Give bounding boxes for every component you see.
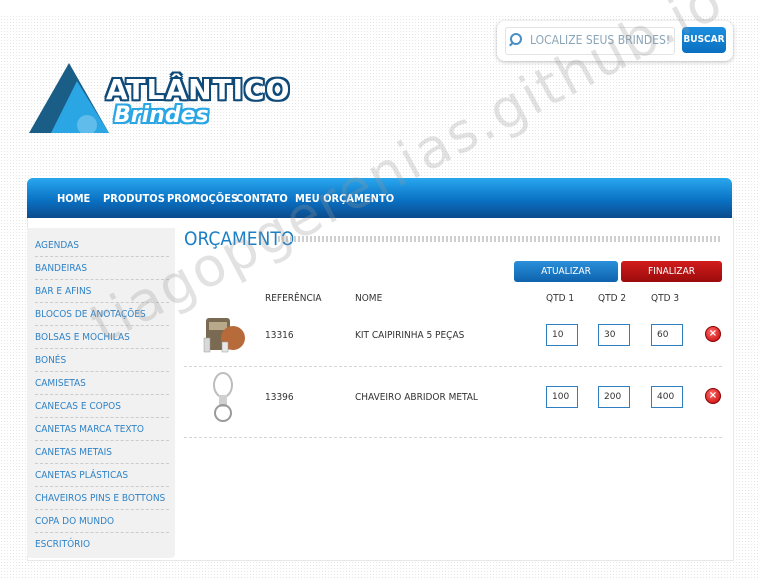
col-header-name: NOME — [355, 293, 383, 304]
row-divider — [184, 437, 722, 439]
remove-item-icon[interactable]: × — [705, 326, 721, 342]
qty1-input[interactable]: 100 — [546, 386, 578, 408]
col-header-qtd1: QTD 1 — [546, 293, 575, 304]
row-divider — [184, 366, 722, 368]
bottle-opener-keychain-icon — [213, 372, 233, 422]
nav-produtos[interactable]: PRODUTOS — [103, 192, 165, 205]
logo[interactable]: ATLÂNTICO Brindes — [29, 63, 289, 135]
finish-quote-button[interactable]: FINALIZAR ORÇAMENTO — [621, 261, 722, 298]
nav-promocoes[interactable]: PROMOÇÕES — [167, 192, 238, 205]
col-header-qtd3: QTD 3 — [651, 293, 680, 304]
search-icon — [510, 33, 522, 45]
sidebar-item-bones[interactable]: BONÉS — [35, 349, 169, 372]
qty3-input[interactable]: 400 — [651, 386, 683, 408]
row-ref: 13316 — [265, 330, 294, 341]
sidebar-item-canecas[interactable]: CANECAS E COPOS — [35, 395, 169, 418]
caipirinha-kit-icon — [203, 318, 245, 353]
qty2-input[interactable]: 30 — [598, 324, 630, 346]
title-divider — [278, 236, 722, 242]
sidebar-item-copa[interactable]: COPA DO MUNDO — [35, 510, 169, 533]
sidebar-item-agendas[interactable]: AGENDAS — [35, 234, 169, 257]
sidebar-item-camisetas[interactable]: CAMISETAS — [35, 372, 169, 395]
col-header-qtd2: QTD 2 — [598, 293, 627, 304]
sidebar-item-chaveiros[interactable]: CHAVEIROS PINS E BOTTONS — [35, 487, 169, 510]
qty3-input[interactable]: 60 — [651, 324, 683, 346]
row-ref: 13396 — [265, 392, 294, 403]
qty2-input[interactable]: 200 — [598, 386, 630, 408]
remove-item-icon[interactable]: × — [705, 388, 721, 404]
row-name: KIT CAIPIRINHA 5 PEÇAS — [355, 330, 465, 341]
col-header-ref: REFERÊNCIA — [265, 293, 322, 304]
qty1-input[interactable]: 10 — [546, 324, 578, 346]
logo-sub: Brindes — [114, 103, 209, 128]
sidebar-item-escritorio[interactable]: ESCRITÓRIO — [35, 533, 169, 555]
update-quote-button[interactable]: ATUALIZAR ORÇAMENTO — [514, 261, 618, 298]
row-name: CHAVEIRO ABRIDOR METAL — [355, 392, 478, 403]
sidebar-item-canetas-metais[interactable]: CANETAS METAIS — [35, 441, 169, 464]
nav-home[interactable]: HOME — [57, 192, 90, 205]
sidebar-item-marca-texto[interactable]: CANETAS MARCA TEXTO — [35, 418, 169, 441]
logo-name: ATLÂNTICO — [106, 73, 291, 106]
sidebar-item-canetas-plasticas[interactable]: CANETAS PLÁSTICAS — [35, 464, 169, 487]
